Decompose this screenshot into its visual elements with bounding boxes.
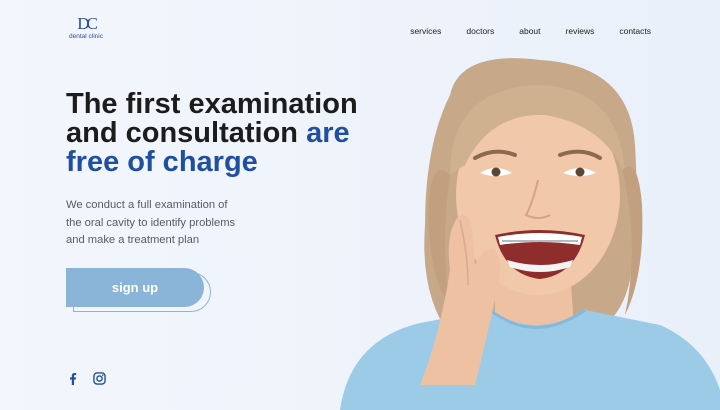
signup-button[interactable]: sign up xyxy=(66,268,204,307)
signup-button-wrap: sign up xyxy=(66,268,212,314)
hero-description: We conduct a full examination of the ora… xyxy=(66,197,266,250)
main-nav: services doctors about reviews contacts xyxy=(410,26,651,36)
headline-line-2a: and consultation xyxy=(66,117,298,149)
landing-page: DC dental clinic services doctors about … xyxy=(0,0,720,410)
nav-item-reviews[interactable]: reviews xyxy=(566,26,595,36)
description-line: We conduct a full examination of xyxy=(66,199,228,211)
headline-line-3: free of charge xyxy=(66,146,258,178)
nav-item-about[interactable]: about xyxy=(519,26,540,36)
nav-item-contacts[interactable]: contacts xyxy=(619,26,651,36)
instagram-icon[interactable] xyxy=(93,372,106,385)
description-line: the oral cavity to identify problems xyxy=(66,216,236,229)
nav-item-doctors[interactable]: doctors xyxy=(466,26,494,36)
logo-mark: DC xyxy=(77,14,98,33)
brand-logo[interactable]: DC dental clinic xyxy=(66,14,106,40)
description-line: and make a treatment plan xyxy=(66,234,200,246)
logo-text: dental clinic xyxy=(69,33,103,40)
nav-item-services[interactable]: services xyxy=(410,26,441,36)
social-links xyxy=(66,372,106,385)
facebook-icon[interactable] xyxy=(66,372,79,385)
patient-photo xyxy=(340,58,720,410)
